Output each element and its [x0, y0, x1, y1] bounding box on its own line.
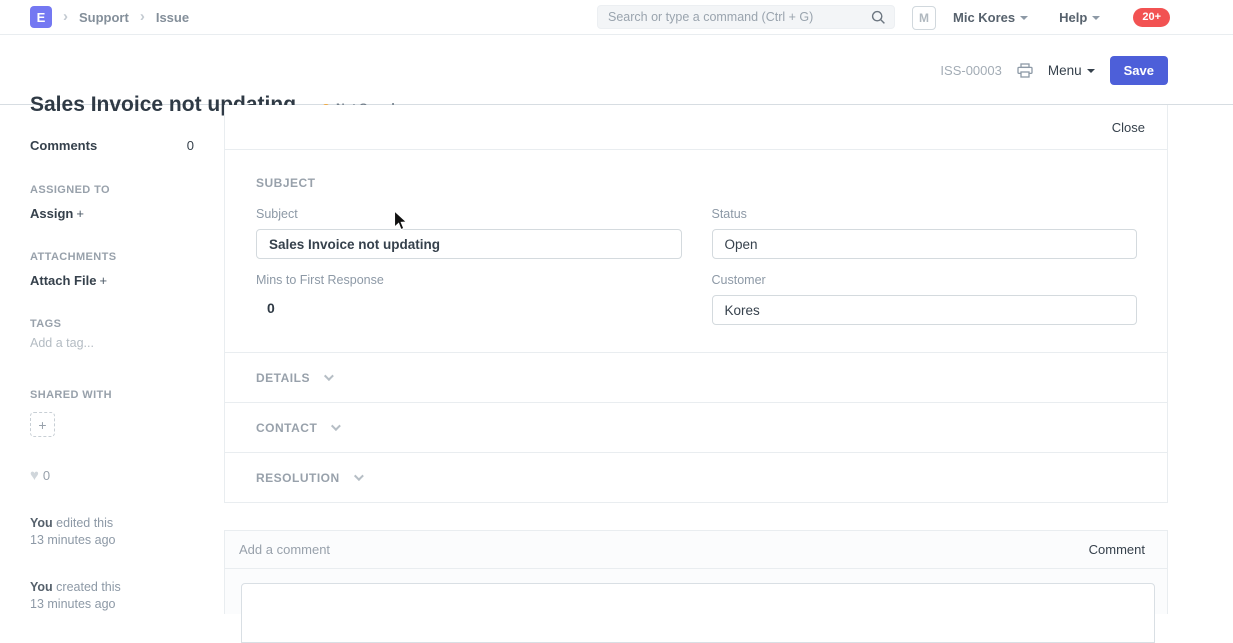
sidebar-item-comments[interactable]: Comments 0 [30, 138, 194, 153]
activity-when: 13 minutes ago [30, 596, 194, 613]
plus-icon: + [76, 206, 84, 221]
comment-editor[interactable] [241, 583, 1155, 643]
page-head-actions: ISS-00003 Menu Save [940, 36, 1168, 105]
print-icon[interactable] [1017, 63, 1033, 78]
mins-value: 0 [256, 300, 682, 316]
field-customer: Customer [712, 273, 1138, 325]
comment-header: Add a comment Comment [225, 531, 1167, 569]
save-button[interactable]: Save [1110, 56, 1168, 85]
mins-field-label: Mins to First Response [256, 273, 682, 288]
shared-with-heading: SHARED WITH [30, 389, 194, 401]
search-icon [871, 10, 886, 25]
add-tag-input[interactable]: Add a tag... [30, 336, 194, 350]
chevron-down-icon [324, 371, 334, 381]
status-field-label: Status [712, 207, 1138, 222]
app-logo[interactable]: E [30, 6, 52, 28]
help-label: Help [1059, 10, 1087, 25]
chevron-right-icon: › [63, 8, 68, 25]
menu-label: Menu [1048, 63, 1082, 78]
tags-heading: TAGS [30, 318, 194, 330]
page-head: Sales Invoice not updating Not Saved ISS… [0, 36, 1233, 105]
breadcrumb-support[interactable]: Support [79, 10, 129, 25]
status-input[interactable] [712, 229, 1138, 259]
subject-input[interactable] [256, 229, 682, 259]
field-mins-to-first-response: Mins to First Response 0 [256, 273, 682, 325]
add-share-button[interactable]: + [30, 412, 55, 437]
section-contact[interactable]: CONTACT [225, 402, 1167, 452]
section-resolution[interactable]: RESOLUTION [225, 452, 1167, 502]
subject-field-label: Subject [256, 207, 682, 222]
assign-label: Assign [30, 206, 73, 221]
activity-entry: You created this 13 minutes ago [30, 579, 194, 613]
navbar: E › Support › Issue M Mic Kores Help [0, 0, 1233, 35]
menu-dropdown[interactable]: Menu [1048, 63, 1095, 78]
issue-form: Close SUBJECT Subject Status Mins to Fir… [224, 105, 1168, 503]
caret-down-icon [1020, 16, 1028, 20]
search-input[interactable] [608, 10, 871, 24]
sidebar-item-attach-file[interactable]: Attach File+ [30, 272, 194, 290]
comment-section: Add a comment Comment [224, 530, 1168, 614]
comment-button[interactable]: Comment [1089, 542, 1145, 557]
activity-who: You [30, 516, 53, 530]
assigned-to-heading: ASSIGNED TO [30, 184, 194, 196]
form-toolbar: Close [225, 105, 1167, 150]
caret-down-icon [1092, 16, 1100, 20]
activity-action: edited this [56, 516, 113, 530]
chevron-down-icon [331, 421, 341, 431]
like-button[interactable]: ♥ 0 [30, 468, 194, 483]
breadcrumb-issue[interactable]: Issue [156, 10, 189, 25]
collapsed-sections: DETAILS CONTACT RESOLUTION [225, 352, 1167, 502]
chevron-right-icon: › [140, 8, 145, 25]
plus-icon: + [99, 273, 107, 288]
section-details[interactable]: DETAILS [225, 352, 1167, 402]
activity-action: created this [56, 580, 121, 594]
customer-input[interactable] [712, 295, 1138, 325]
comments-label: Comments [30, 138, 97, 153]
contact-heading: CONTACT [256, 421, 317, 435]
comments-count: 0 [187, 138, 194, 153]
user-name: Mic Kores [953, 10, 1015, 25]
app-window: E › Support › Issue M Mic Kores Help [0, 0, 1233, 614]
form-sidebar: Comments 0 ASSIGNED TO Assign+ ATTACHMEN… [0, 105, 224, 614]
add-comment-label: Add a comment [239, 542, 330, 557]
user-avatar[interactable]: M [912, 6, 936, 30]
field-subject: Subject [256, 207, 682, 259]
user-menu[interactable]: Mic Kores [953, 10, 1028, 25]
caret-down-icon [1087, 69, 1095, 73]
activity-when: 13 minutes ago [30, 532, 194, 549]
navbar-right: M Mic Kores Help 20+ [912, 0, 1170, 35]
close-button[interactable]: Close [1112, 120, 1145, 135]
activity-entry: You edited this 13 minutes ago [30, 515, 194, 549]
plus-icon: + [38, 417, 46, 433]
document-id: ISS-00003 [940, 63, 1001, 78]
like-count: 0 [43, 468, 50, 483]
share-row: + [30, 412, 194, 437]
chevron-down-icon [354, 471, 364, 481]
attachments-heading: ATTACHMENTS [30, 251, 194, 263]
help-menu[interactable]: Help [1059, 10, 1100, 25]
attach-file-label: Attach File [30, 273, 96, 288]
field-status: Status [712, 207, 1138, 259]
global-search[interactable] [597, 5, 895, 29]
heart-icon: ♥ [30, 468, 39, 483]
resolution-heading: RESOLUTION [256, 471, 340, 485]
subject-section: SUBJECT Subject Status Mins to First Res… [225, 150, 1167, 325]
subject-section-heading: SUBJECT [256, 176, 1137, 190]
customer-field-label: Customer [712, 273, 1138, 288]
sidebar-item-assign[interactable]: Assign+ [30, 205, 194, 223]
activity-who: You [30, 580, 53, 594]
details-heading: DETAILS [256, 371, 310, 385]
notifications-badge[interactable]: 20+ [1133, 8, 1170, 27]
